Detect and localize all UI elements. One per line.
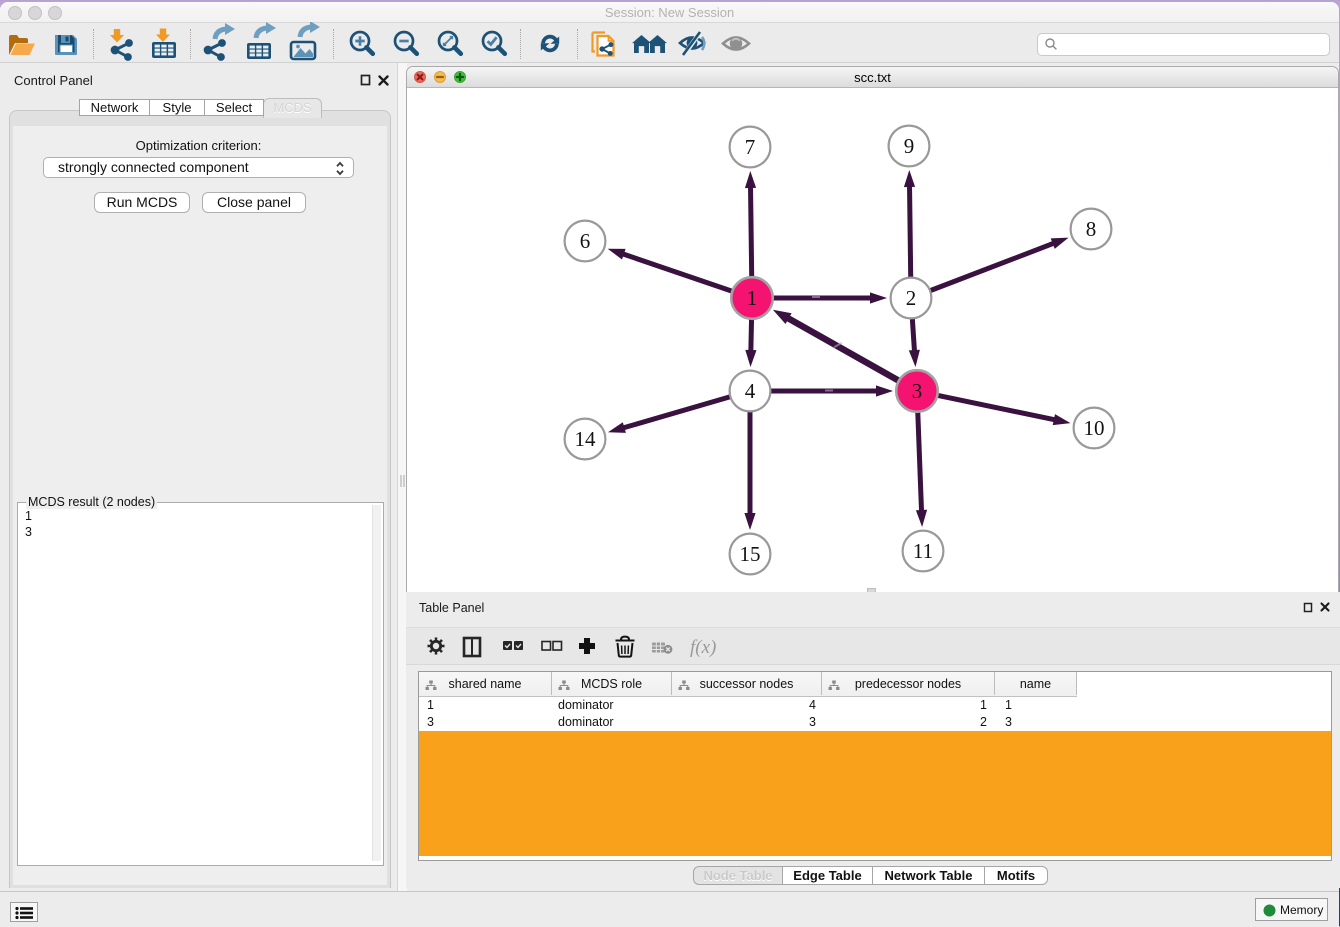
svg-text:4: 4 bbox=[745, 379, 756, 403]
svg-text:f(x): f(x) bbox=[690, 637, 716, 658]
svg-text:9: 9 bbox=[904, 134, 915, 158]
svg-text:8: 8 bbox=[1086, 217, 1097, 241]
svg-text:10: 10 bbox=[1084, 416, 1105, 440]
svg-text:2: 2 bbox=[906, 286, 917, 310]
svg-text:1: 1 bbox=[747, 286, 758, 310]
svg-text:11: 11 bbox=[913, 539, 933, 563]
svg-text:6: 6 bbox=[580, 229, 591, 253]
svg-text:7: 7 bbox=[745, 135, 756, 159]
svg-text:14: 14 bbox=[575, 427, 597, 451]
svg-text:3: 3 bbox=[912, 379, 923, 403]
svg-text:15: 15 bbox=[740, 542, 761, 566]
